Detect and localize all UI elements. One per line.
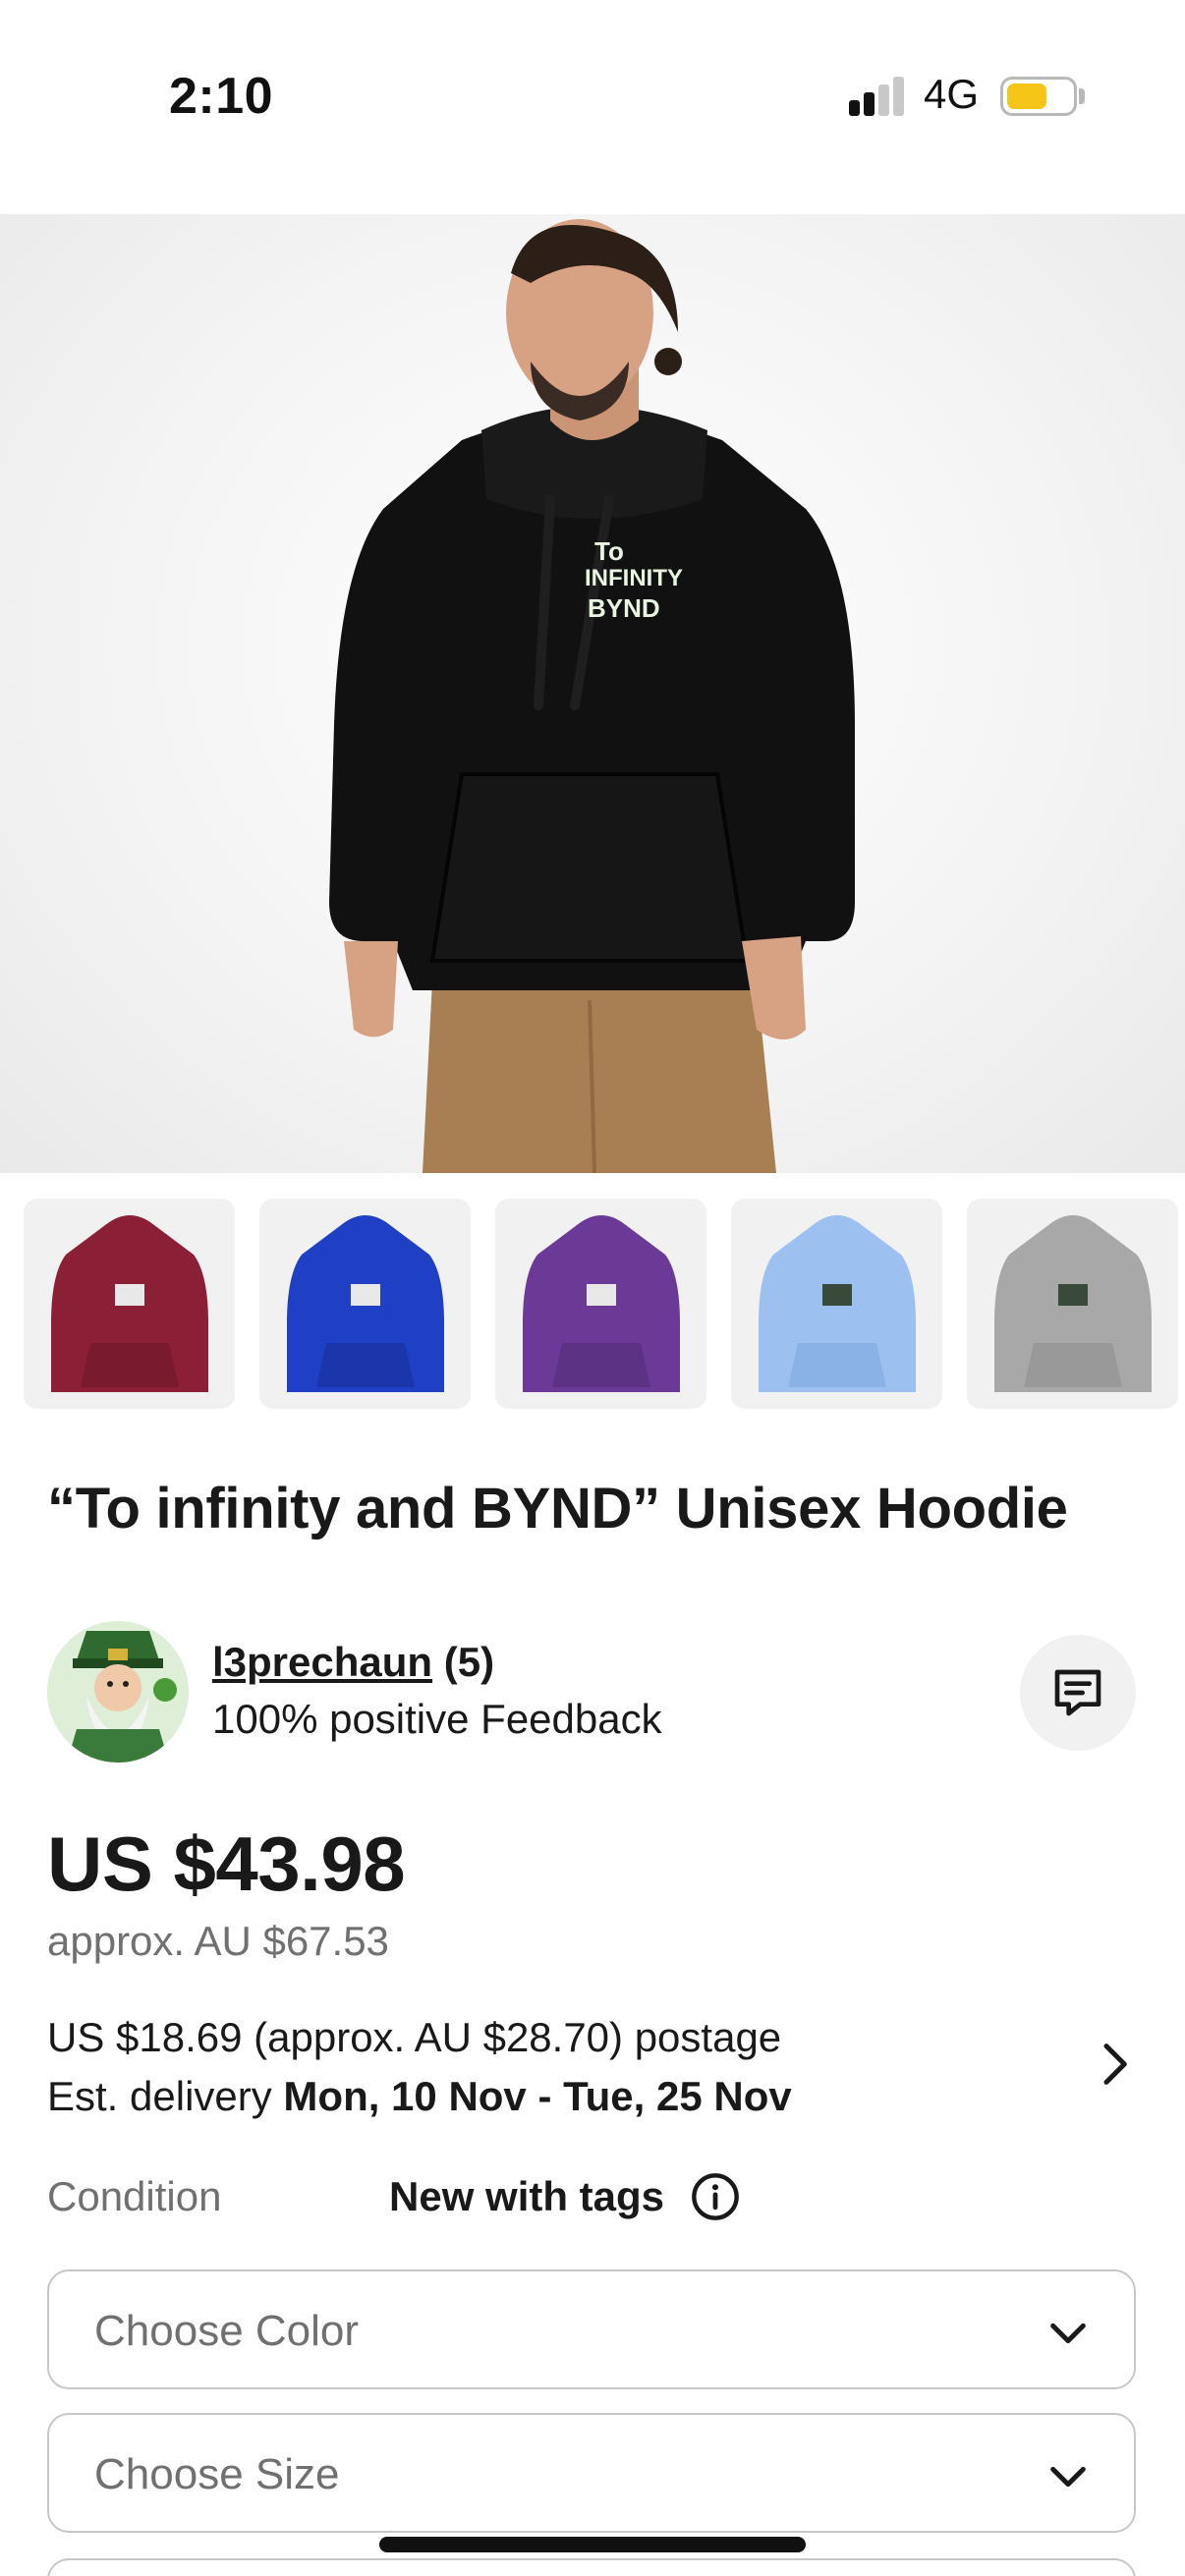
thumbnail-maroon[interactable] [24, 1199, 235, 1409]
delivery-dates: Mon, 10 Nov - Tue, 25 Nov [283, 2073, 792, 2119]
color-select[interactable]: Choose Color [47, 2269, 1136, 2389]
battery-icon [1000, 77, 1077, 116]
chevron-down-icon [1050, 2323, 1086, 2344]
leprechaun-avatar-image [47, 1621, 189, 1763]
size-select-placeholder: Choose Size [94, 2450, 340, 2498]
chevron-right-icon[interactable] [1097, 2040, 1136, 2089]
next-select-partial[interactable] [47, 2558, 1136, 2576]
cellular-signal-icon [849, 77, 908, 116]
hoodie-thumbnail-icon [993, 1215, 1152, 1392]
thumbnail-purple[interactable] [495, 1199, 706, 1409]
thumbnail-royal-blue[interactable] [259, 1199, 471, 1409]
delivery-prefix: Est. delivery [47, 2073, 284, 2119]
condition-label: Condition [47, 2173, 222, 2219]
item-price: US $43.98 [47, 1820, 406, 1907]
postage-cost[interactable]: US $18.69 (approx. AU $28.70) postage [47, 2014, 781, 2061]
hoodie-thumbnail-icon [758, 1215, 916, 1392]
print-line-1: To [594, 536, 624, 566]
listing-page: 2:10 4G To INFINITY BYND “To infinity an… [0, 0, 1185, 2576]
seller-feedback-score: 100% positive Feedback [212, 1696, 662, 1742]
item-price-approx: approx. AU $67.53 [47, 1918, 389, 1964]
battery-tip [1079, 88, 1085, 104]
thumbnail-grey[interactable] [967, 1199, 1178, 1409]
product-image[interactable]: To INFINITY BYND [0, 214, 1185, 1173]
hoodie-thumbnail-icon [50, 1215, 208, 1392]
estimated-delivery[interactable]: Est. delivery Mon, 10 Nov - Tue, 25 Nov [47, 2073, 792, 2120]
svg-text:BYND: BYND [588, 593, 660, 623]
color-select-placeholder: Choose Color [94, 2307, 360, 2355]
condition-value: New with tags [389, 2173, 665, 2219]
contact-seller-button[interactable] [1020, 1635, 1136, 1751]
image-thumbnails [24, 1199, 1185, 1409]
status-bar: 2:10 4G [0, 0, 1185, 214]
network-type: 4G [924, 71, 980, 117]
size-select[interactable]: Choose Size [47, 2413, 1136, 2533]
chat-icon [1054, 1669, 1101, 1716]
seller-name-line[interactable]: l3prechaun (5) [212, 1639, 494, 1686]
seller-avatar[interactable] [47, 1621, 189, 1763]
seller-name-link[interactable]: l3prechaun [212, 1639, 432, 1685]
status-time: 2:10 [169, 68, 274, 125]
home-indicator[interactable] [379, 2537, 806, 2552]
chevron-down-icon [1050, 2466, 1086, 2488]
hoodie-thumbnail-icon [286, 1215, 444, 1392]
hoodie-thumbnail-icon [522, 1215, 680, 1392]
thumbnail-light-blue[interactable] [731, 1199, 942, 1409]
svg-text:INFINITY: INFINITY [585, 565, 683, 591]
seller-feedback-count: (5) [443, 1639, 495, 1685]
info-icon[interactable] [690, 2171, 741, 2222]
listing-title: “To infinity and BYND” Unisex Hoodie [47, 1477, 1068, 1540]
model-hoodie-illustration: To INFINITY BYND [329, 219, 855, 1173]
